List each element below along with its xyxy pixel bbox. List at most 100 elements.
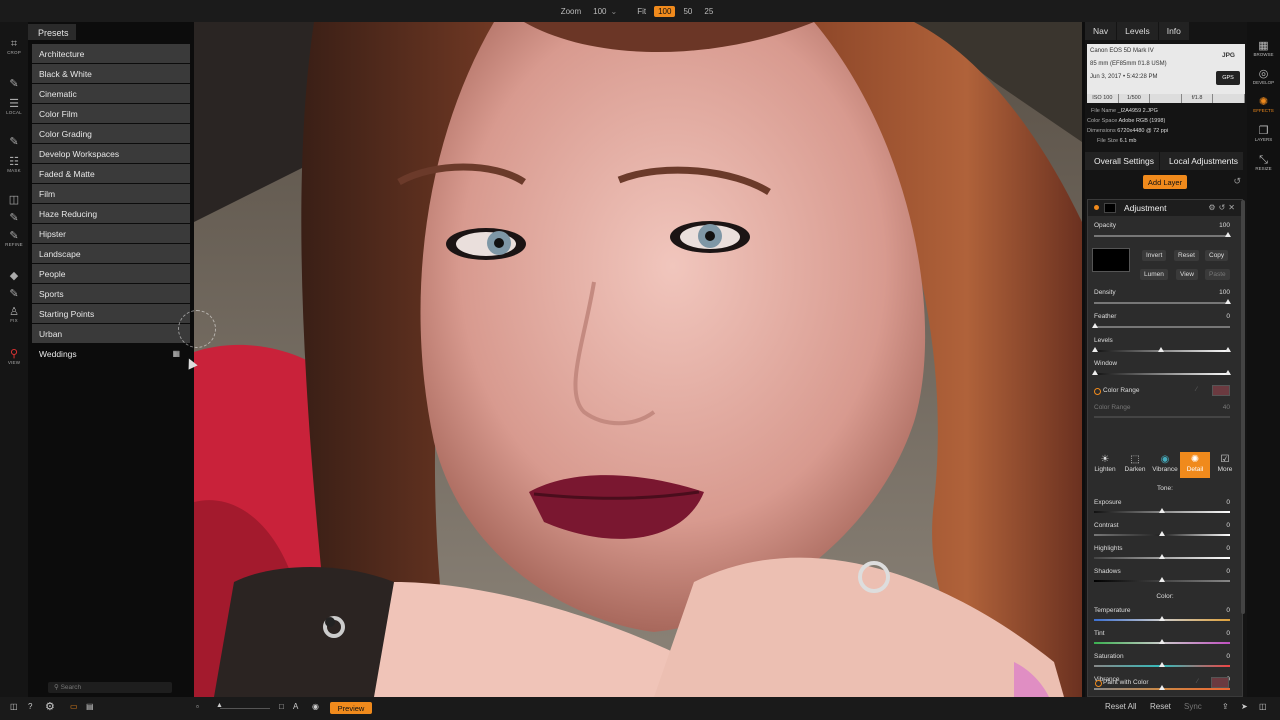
shadows-knob[interactable] xyxy=(1159,577,1165,582)
color-range-value[interactable]: 40 xyxy=(1210,404,1230,411)
mask-text-icon[interactable]: A xyxy=(293,702,298,711)
view-button[interactable]: View xyxy=(1176,269,1198,280)
send-icon[interactable]: ➤ xyxy=(1241,702,1248,711)
temperature-knob[interactable] xyxy=(1159,616,1165,621)
preset-item[interactable]: Color Film xyxy=(32,104,190,123)
highlights-value[interactable]: 0 xyxy=(1210,545,1230,552)
zoom-50-button[interactable]: 50 xyxy=(679,6,696,17)
color-range-slider[interactable] xyxy=(1094,416,1230,418)
preset-item[interactable]: Architecture xyxy=(32,44,190,63)
invert-button[interactable]: Invert xyxy=(1142,250,1167,261)
single-view-icon[interactable]: ▭ xyxy=(70,702,78,711)
color-range-toggle[interactable] xyxy=(1094,388,1101,395)
mask-thumbnail[interactable] xyxy=(1092,248,1130,272)
eyedropper-icon[interactable]: ⁄ xyxy=(1196,386,1197,393)
detail-button[interactable]: ✺ Detail xyxy=(1180,452,1210,478)
panel-toggle-icon[interactable]: ◫ xyxy=(10,702,18,711)
feather-value[interactable]: 0 xyxy=(1210,313,1230,320)
zoom-fit-button[interactable]: Fit xyxy=(633,6,650,17)
undo-icon[interactable]: ↺ xyxy=(1233,176,1241,187)
presets-header[interactable]: Presets xyxy=(28,24,76,40)
tab-levels[interactable]: Levels xyxy=(1117,22,1158,40)
contrast-value[interactable]: 0 xyxy=(1210,522,1230,529)
refine-tool-a[interactable]: ◫ xyxy=(0,194,28,206)
reset-icon[interactable]: ↺ xyxy=(1219,203,1229,212)
gps-button[interactable]: GPS xyxy=(1216,71,1240,85)
refine-tool-c[interactable]: ✎ REFINE xyxy=(0,230,28,247)
levels-mid-knob[interactable] xyxy=(1158,347,1164,352)
preset-item[interactable]: Hipster xyxy=(32,224,190,243)
export-icon[interactable]: ⇪ xyxy=(1222,702,1229,711)
saturation-knob[interactable] xyxy=(1159,662,1165,667)
opacity-value[interactable]: 100 xyxy=(1210,222,1230,229)
small-square-icon[interactable]: ▫ xyxy=(196,702,199,711)
chevron-down-icon[interactable]: ⌄ xyxy=(611,7,618,16)
lighten-button[interactable]: ☀ Lighten xyxy=(1090,452,1120,478)
crop-tool[interactable]: ⌗ CROP xyxy=(0,38,28,55)
view-tool[interactable]: ⚲ VIEW xyxy=(0,348,28,365)
fix-tool-a[interactable]: ◆ xyxy=(0,270,28,282)
layer-enabled-dot[interactable] xyxy=(1094,205,1099,210)
window-slider[interactable] xyxy=(1094,373,1230,375)
mask-tool[interactable]: ☷ MASK xyxy=(0,156,28,173)
vibrance-knob[interactable] xyxy=(1159,685,1165,690)
opacity-knob[interactable] xyxy=(1225,232,1231,237)
shadows-value[interactable]: 0 xyxy=(1210,568,1230,575)
grid-view-icon[interactable]: ▦ xyxy=(172,349,180,358)
paste-button[interactable]: Paste xyxy=(1205,269,1230,280)
zoom-value[interactable]: 100 xyxy=(593,7,606,16)
paint-with-color-toggle[interactable] xyxy=(1095,680,1102,687)
window-low-knob[interactable] xyxy=(1092,370,1098,375)
gear-icon[interactable]: ⚙ xyxy=(45,700,55,713)
exposure-value[interactable]: 0 xyxy=(1210,499,1230,506)
preset-item[interactable]: Film xyxy=(32,184,190,203)
effects-tool[interactable]: ✺ EFFECTS xyxy=(1247,96,1280,113)
preset-item[interactable]: Faded & Matte xyxy=(32,164,190,183)
tab-info[interactable]: Info xyxy=(1158,22,1189,40)
copy-button[interactable]: Copy xyxy=(1205,250,1229,261)
reset-all-button[interactable]: Reset All xyxy=(1105,702,1137,711)
highlights-knob[interactable] xyxy=(1159,554,1165,559)
add-layer-button[interactable]: Add Layer xyxy=(1143,175,1187,189)
fix-tool-c[interactable]: ♙ FIX xyxy=(0,306,28,323)
levels-black-knob[interactable] xyxy=(1092,347,1098,352)
contrast-knob[interactable] xyxy=(1159,531,1165,536)
levels-white-knob[interactable] xyxy=(1225,347,1231,352)
brush-size-slider[interactable] xyxy=(220,708,270,709)
tint-knob[interactable] xyxy=(1159,639,1165,644)
preset-item[interactable]: People xyxy=(32,264,190,283)
gear-icon[interactable]: ⚙ xyxy=(1208,203,1218,212)
layers-tool[interactable]: ❐ LAYERS xyxy=(1247,125,1280,142)
exposure-knob[interactable] xyxy=(1159,508,1165,513)
lumen-button[interactable]: Lumen xyxy=(1140,269,1168,280)
mask-square-icon[interactable]: □ xyxy=(279,702,284,711)
preset-item-weddings[interactable]: Weddings ▦ xyxy=(32,344,190,363)
color-range-swatch[interactable] xyxy=(1212,385,1230,396)
preset-item[interactable]: Cinematic xyxy=(32,84,190,103)
preset-item[interactable]: Haze Reducing xyxy=(32,204,190,223)
preset-item[interactable]: Develop Workspaces xyxy=(32,144,190,163)
tab-local-adjustments[interactable]: Local Adjustments xyxy=(1160,152,1243,170)
local-tool[interactable]: ☰ LOCAL xyxy=(0,98,28,115)
preset-item[interactable]: Urban xyxy=(32,324,190,343)
darken-button[interactable]: ⬚ Darken xyxy=(1120,452,1150,478)
sync-button[interactable]: Sync xyxy=(1184,702,1202,711)
paint-eyedropper-icon[interactable]: ⁄ xyxy=(1197,678,1198,685)
sidebar-toggle-icon[interactable]: ◫ xyxy=(1259,702,1267,711)
preset-search-input[interactable]: ⚲ Search xyxy=(48,682,172,693)
mask-brush-tool[interactable]: ✎ xyxy=(0,136,28,148)
opacity-slider[interactable] xyxy=(1094,235,1230,237)
paint-color-swatch[interactable] xyxy=(1211,677,1229,688)
help-icon[interactable]: ? xyxy=(28,702,32,711)
more-button[interactable]: ☑ More xyxy=(1210,452,1240,478)
window-high-knob[interactable] xyxy=(1225,370,1231,375)
preset-item[interactable]: Starting Points xyxy=(32,304,190,323)
tab-overall-settings[interactable]: Overall Settings xyxy=(1085,152,1159,170)
fix-tool-b[interactable]: ✎ xyxy=(0,288,28,300)
compare-view-icon[interactable]: ▤ xyxy=(86,702,94,711)
density-value[interactable]: 100 xyxy=(1210,289,1230,296)
feather-knob[interactable] xyxy=(1092,323,1098,328)
zoom-100-button[interactable]: 100 xyxy=(654,5,676,17)
feather-slider[interactable] xyxy=(1094,326,1230,328)
density-knob[interactable] xyxy=(1225,299,1231,304)
